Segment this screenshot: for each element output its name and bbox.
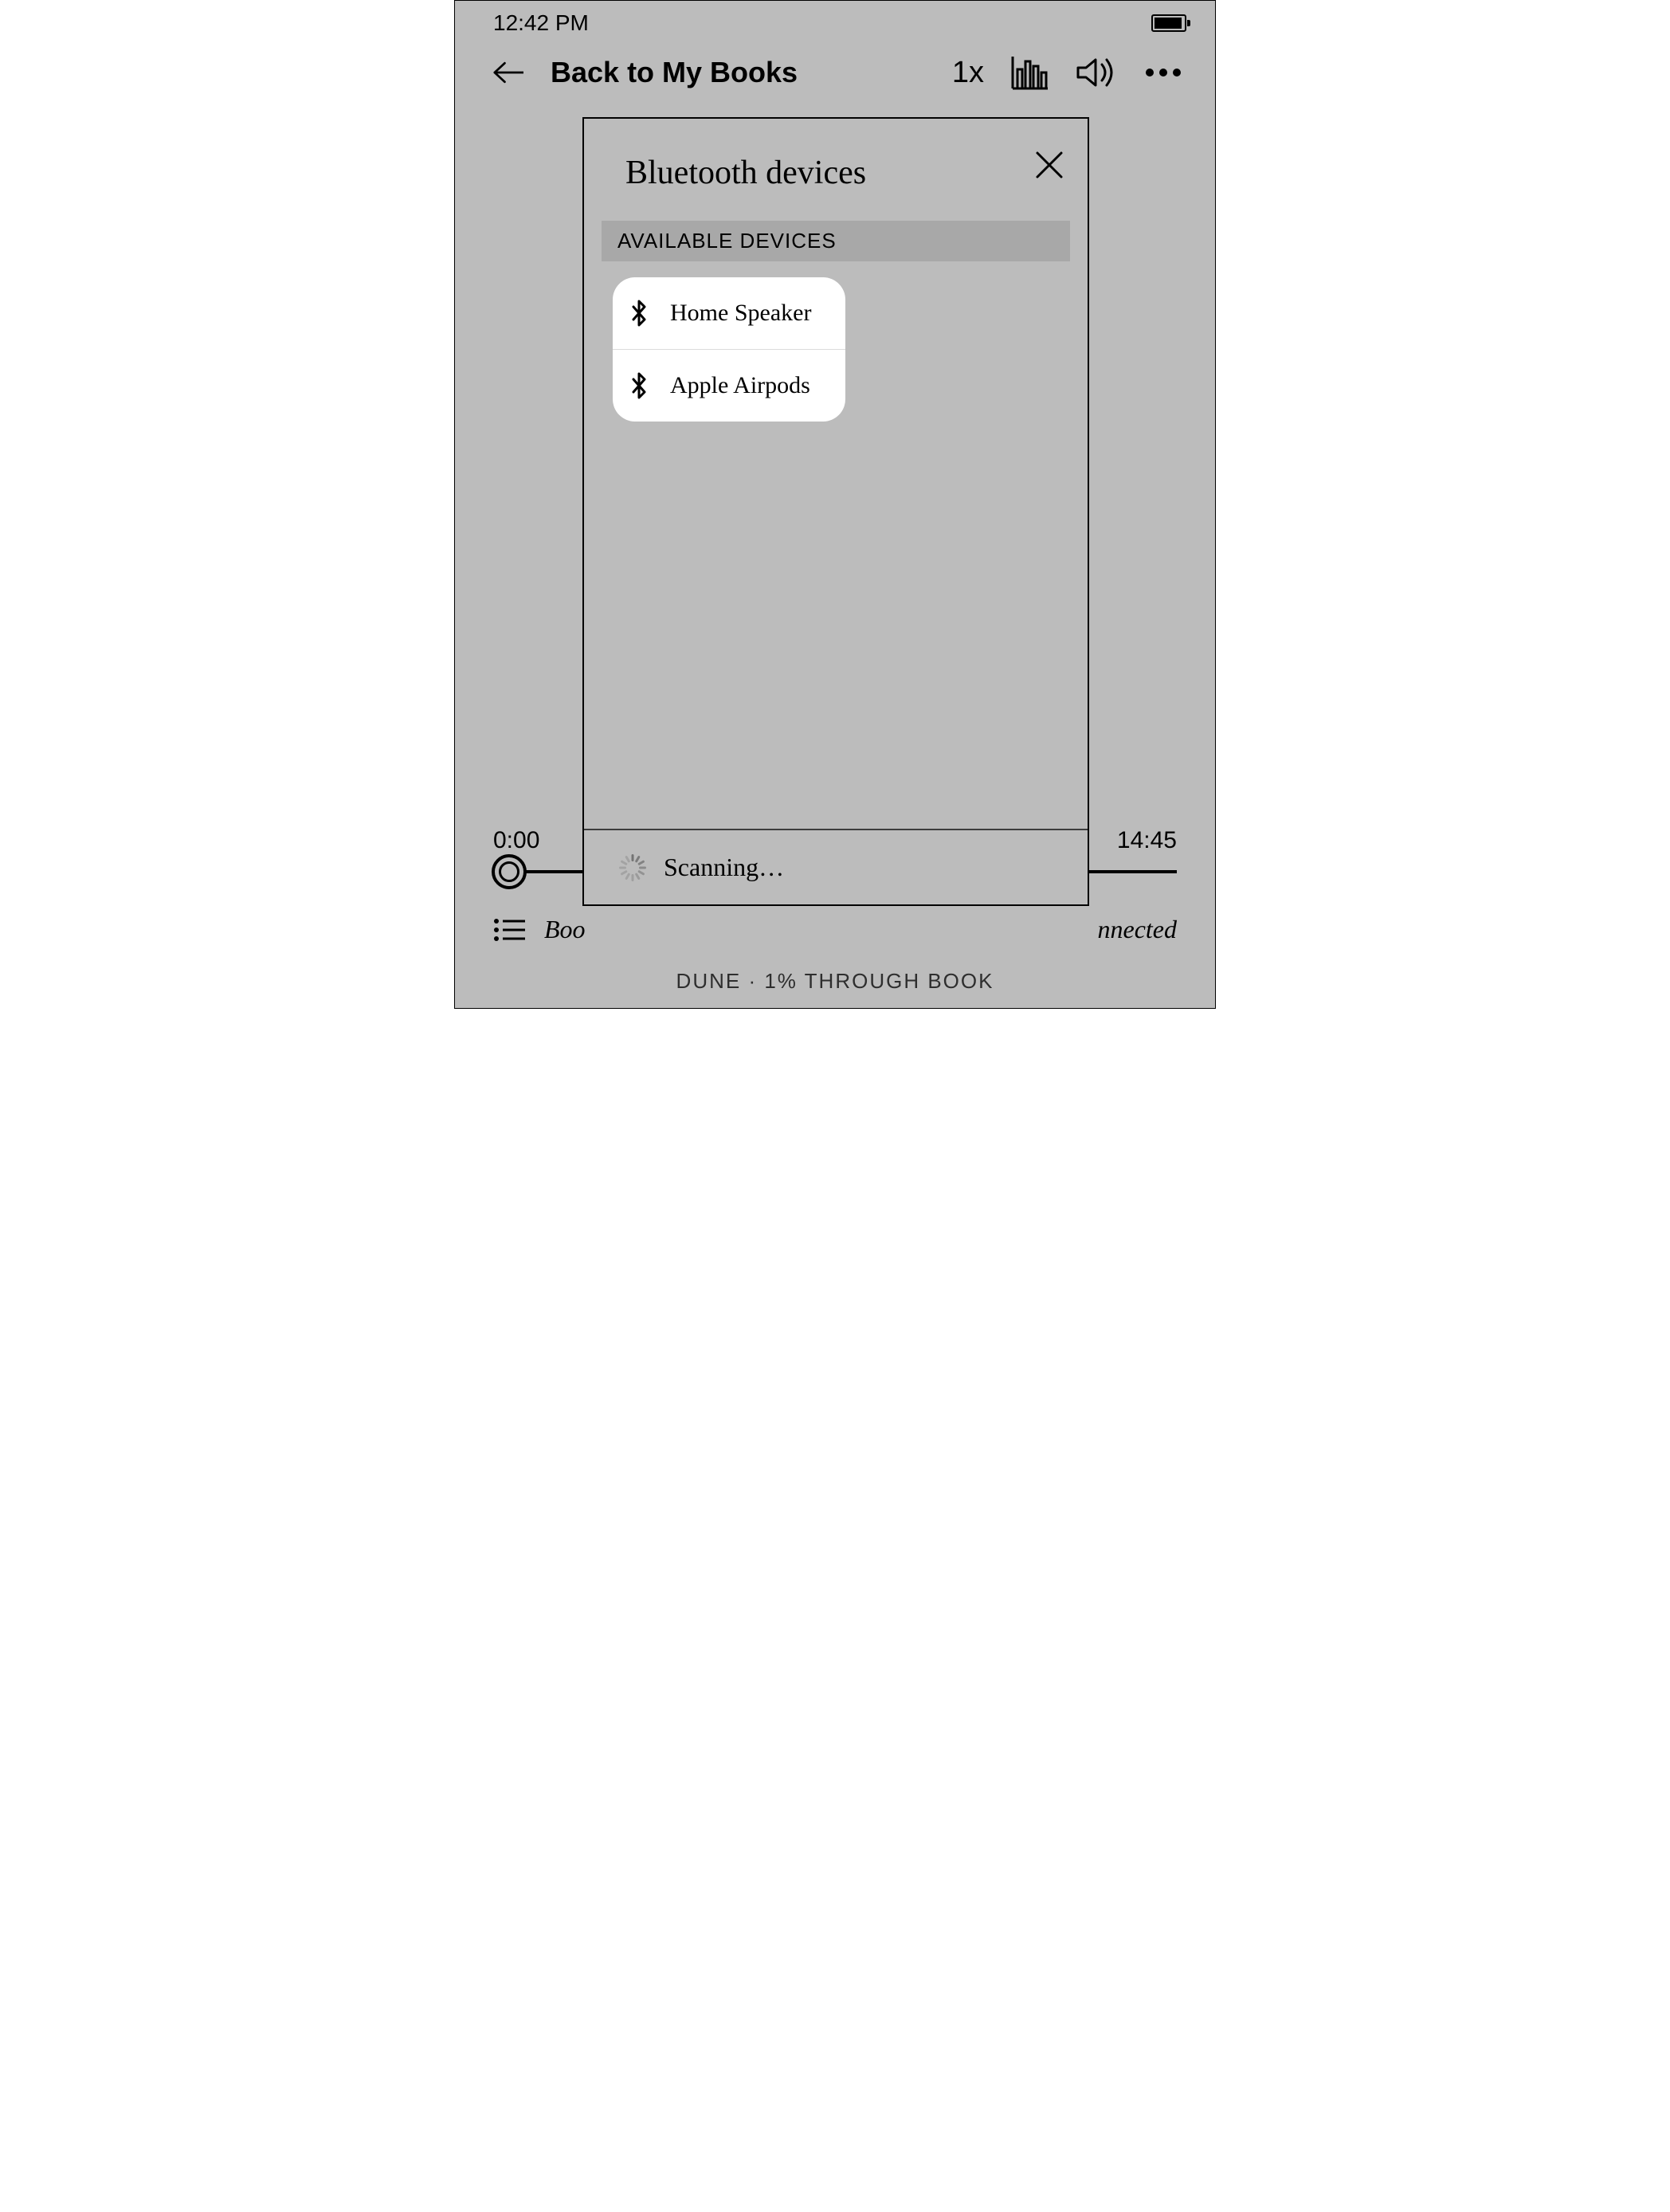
device-item[interactable]: Home Speaker: [613, 277, 845, 349]
back-arrow-icon[interactable]: [493, 57, 523, 88]
status-bar: 12:42 PM: [455, 1, 1215, 36]
time-label: 12:42 PM: [493, 10, 589, 36]
device-name: Home Speaker: [670, 300, 811, 327]
chapter-label-partial: Boo: [544, 915, 586, 944]
ereader-screen: 12:42 PM Back to My Books 1x: [454, 0, 1216, 1009]
more-icon[interactable]: [1143, 68, 1183, 77]
toc-icon[interactable]: [493, 918, 525, 942]
back-title[interactable]: Back to My Books: [551, 56, 925, 89]
volume-icon[interactable]: [1076, 57, 1116, 88]
dialog-footer: Scanning…: [584, 829, 1088, 904]
equalizer-icon[interactable]: [1011, 55, 1049, 90]
device-item[interactable]: Apple Airpods: [613, 349, 845, 422]
toolbar: Back to My Books 1x: [455, 36, 1215, 98]
connection-label-partial: nnected: [1098, 915, 1178, 944]
playback-speed-button[interactable]: 1x: [952, 56, 984, 90]
book-progress-footer: DUNE · 1% THROUGH BOOK: [455, 969, 1215, 994]
dialog-title: Bluetooth devices: [625, 154, 866, 192]
device-name: Apple Airpods: [670, 372, 810, 399]
bluetooth-icon: [630, 372, 648, 399]
bluetooth-dialog: Bluetooth devices AVAILABLE DEVICES Home…: [582, 117, 1089, 906]
close-icon[interactable]: [1033, 149, 1065, 181]
available-devices-header: AVAILABLE DEVICES: [602, 221, 1070, 261]
battery-icon: [1151, 14, 1186, 32]
time-total: 14:45: [1117, 827, 1177, 854]
bluetooth-icon: [630, 300, 648, 327]
time-elapsed: 0:00: [493, 827, 539, 854]
progress-thumb[interactable]: [492, 854, 527, 889]
device-list: Home Speaker Apple Airpods: [613, 277, 845, 422]
scanning-label: Scanning…: [664, 853, 784, 882]
spinner-icon: [619, 854, 646, 881]
